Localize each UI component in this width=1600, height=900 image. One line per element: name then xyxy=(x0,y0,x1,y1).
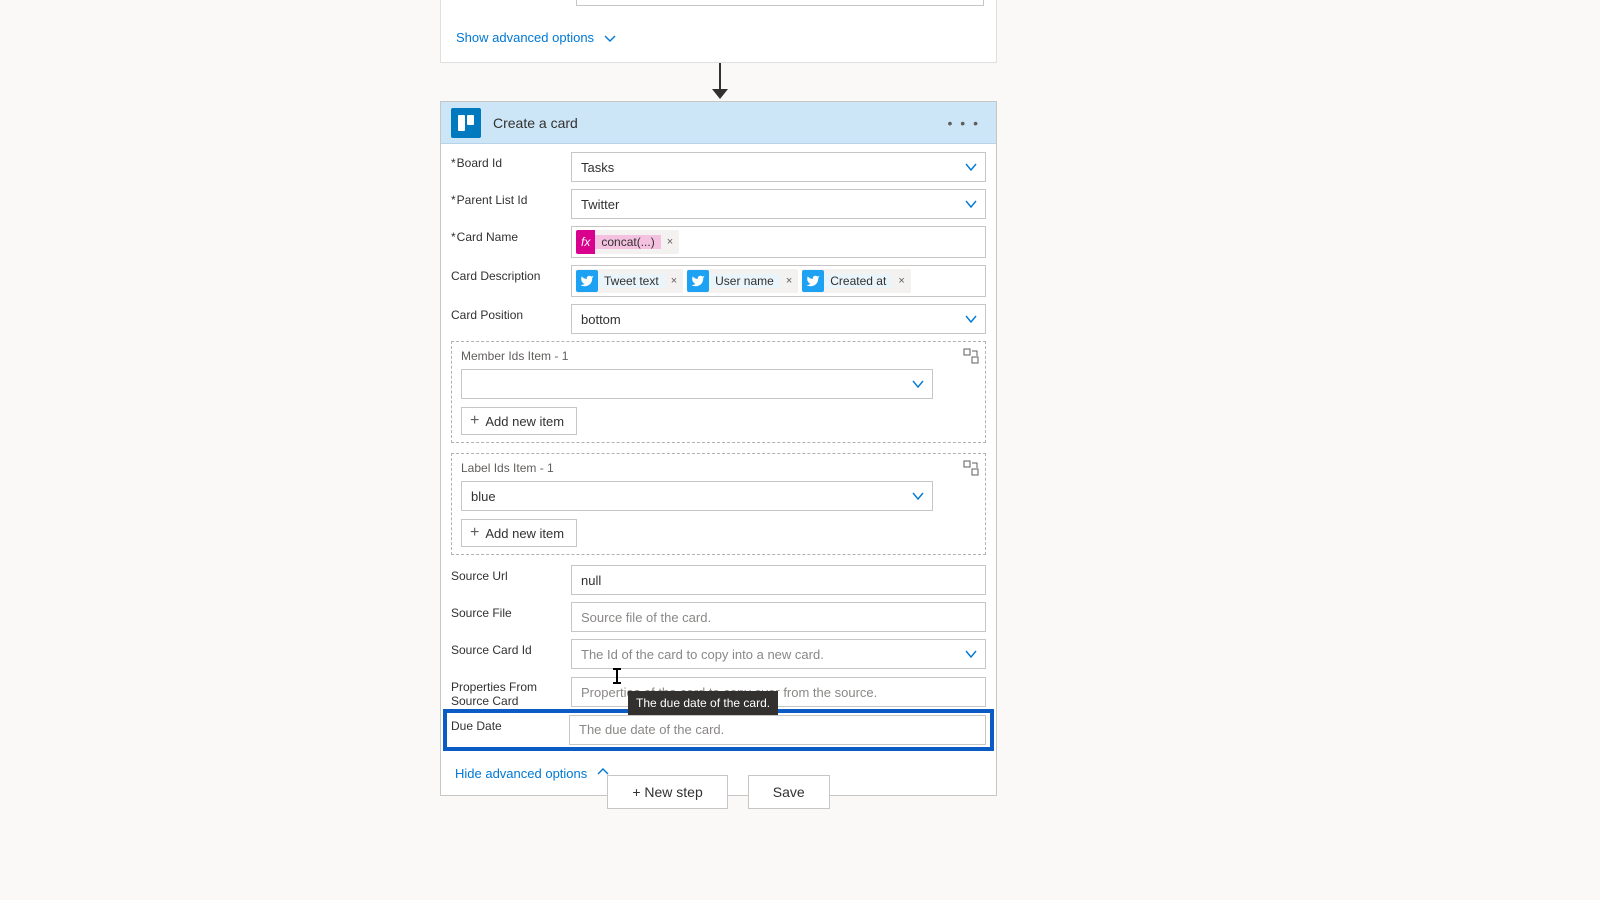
due-date-input[interactable] xyxy=(569,715,986,745)
parent-list-id-select[interactable] xyxy=(571,189,986,219)
parent-list-id-label: Parent List Id xyxy=(451,189,571,207)
token-label: User name xyxy=(709,274,780,288)
card-name-input[interactable]: fx concat(...) × xyxy=(571,226,986,258)
token-label: concat(...) xyxy=(595,235,660,249)
add-member-id-button[interactable]: + Add new item xyxy=(461,407,577,435)
due-date-label: Due Date xyxy=(449,715,569,733)
dynamic-token-user-name[interactable]: User name × xyxy=(687,269,798,293)
member-ids-group: Member Ids Item - 1 + Add new item xyxy=(451,341,986,443)
token-remove-button[interactable]: × xyxy=(661,236,679,248)
previous-input-stub[interactable] xyxy=(576,0,984,6)
source-card-id-select[interactable] xyxy=(571,639,986,669)
action-title: Create a card xyxy=(493,115,930,131)
due-date-tooltip: The due date of the card. xyxy=(628,691,778,715)
token-remove-button[interactable]: × xyxy=(780,275,798,287)
token-label: Tweet text xyxy=(598,274,665,288)
source-card-id-label: Source Card Id xyxy=(451,639,571,657)
dynamic-token-created-at[interactable]: Created at × xyxy=(802,269,910,293)
switch-to-array-button[interactable] xyxy=(963,460,979,481)
chevron-down-icon xyxy=(604,33,614,43)
show-advanced-label: Show advanced options xyxy=(456,30,594,45)
save-button[interactable]: Save xyxy=(748,775,830,809)
board-id-select[interactable] xyxy=(571,152,986,182)
twitter-icon xyxy=(802,270,824,292)
footer-buttons: + New step Save xyxy=(440,775,997,809)
label-ids-select[interactable] xyxy=(461,481,933,511)
add-item-label: Add new item xyxy=(485,414,564,429)
member-ids-select[interactable] xyxy=(461,369,933,399)
label-ids-label: Label Ids Item - 1 xyxy=(461,461,976,475)
card-position-select[interactable] xyxy=(571,304,986,334)
token-label: Created at xyxy=(824,274,892,288)
previous-action-card: Show advanced options xyxy=(440,0,997,63)
flow-connector-arrow xyxy=(715,63,725,101)
show-advanced-link[interactable]: Show advanced options xyxy=(456,30,614,45)
board-id-label: Board Id xyxy=(451,152,571,170)
plus-icon: + xyxy=(470,413,479,429)
plus-icon: + xyxy=(470,525,479,541)
expression-token[interactable]: fx concat(...) × xyxy=(576,230,679,254)
props-from-source-label: Properties From Source Card xyxy=(451,676,571,709)
card-position-label: Card Position xyxy=(451,304,571,322)
add-item-label: Add new item xyxy=(485,526,564,541)
add-label-id-button[interactable]: + Add new item xyxy=(461,519,577,547)
token-remove-button[interactable]: × xyxy=(892,275,910,287)
twitter-icon xyxy=(687,270,709,292)
source-file-label: Source File xyxy=(451,602,571,620)
twitter-icon xyxy=(576,270,598,292)
trello-icon xyxy=(451,108,481,138)
source-url-label: Source Url xyxy=(451,565,571,583)
source-url-input[interactable] xyxy=(571,565,986,595)
source-file-input[interactable] xyxy=(571,602,986,632)
action-menu-button[interactable]: • • • xyxy=(942,111,986,135)
label-ids-group: Label Ids Item - 1 + Add new item xyxy=(451,453,986,555)
switch-to-array-button[interactable] xyxy=(963,348,979,369)
token-remove-button[interactable]: × xyxy=(665,275,683,287)
card-description-label: Card Description xyxy=(451,265,571,283)
member-ids-label: Member Ids Item - 1 xyxy=(461,349,976,363)
action-header[interactable]: Create a card • • • xyxy=(441,102,996,144)
card-name-label: Card Name xyxy=(451,226,571,244)
new-step-button[interactable]: + New step xyxy=(607,775,727,809)
fx-icon: fx xyxy=(576,230,595,254)
card-description-input[interactable]: Tweet text × User name × Created at × xyxy=(571,265,986,297)
dynamic-token-tweet-text[interactable]: Tweet text × xyxy=(576,269,683,293)
